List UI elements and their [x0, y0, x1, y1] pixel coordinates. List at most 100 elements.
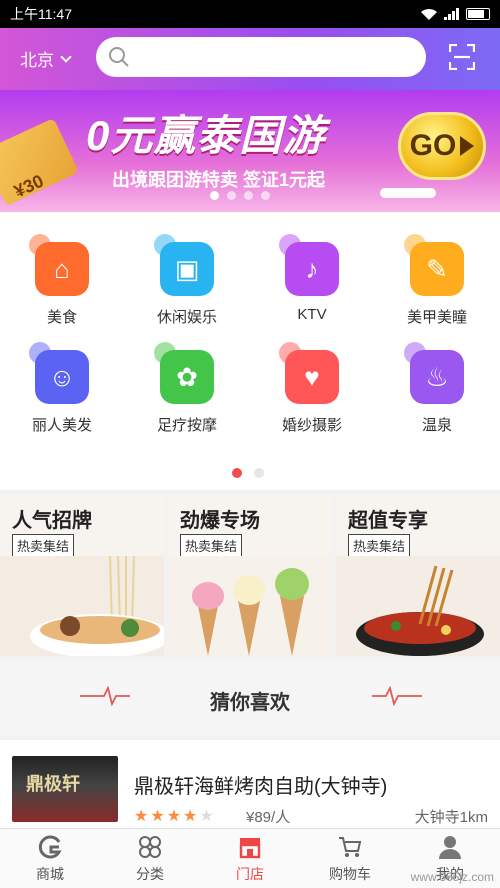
icon-glyph: ♨	[425, 362, 449, 392]
city-selector[interactable]: 北京	[20, 46, 72, 71]
scan-icon[interactable]	[449, 44, 475, 70]
hair-icon: ☺	[29, 342, 89, 404]
category-label: 婚纱摄影	[281, 417, 342, 434]
icon-glyph: ✿	[176, 362, 198, 392]
star-icon: ★	[150, 808, 165, 825]
store-icon	[239, 837, 261, 858]
icon-glyph: ⌂	[54, 254, 70, 284]
go-label: GO	[409, 129, 457, 162]
go-button[interactable]: GO	[398, 112, 486, 180]
tab-label: 门店	[236, 865, 264, 882]
list-item[interactable]: 鼎极轩 鼎极轩海鲜烤肉自助(大钟寺) ★ ★ ★ ★ ★ ¥89/人 大钟寺1km	[0, 740, 500, 828]
category-label: 休闲娱乐	[156, 309, 217, 326]
store-thumbnail: 鼎极轩	[12, 756, 118, 822]
recommend-title: 猜你喜欢	[210, 692, 290, 714]
promo-title: 人气招牌	[12, 510, 92, 532]
gamepad-icon: ▣	[154, 234, 214, 296]
category-item[interactable]: ✎ 美甲美瞳	[387, 234, 487, 327]
rating-stars: ★ ★ ★ ★ ★	[134, 806, 214, 826]
icon-glyph: ▣	[174, 254, 200, 284]
category-label: 温泉	[421, 417, 452, 434]
tab-label: 商城	[36, 865, 64, 882]
banner-dot[interactable]	[261, 191, 270, 200]
category-item[interactable]: ✿ 足疗按摩	[137, 342, 237, 435]
category-label: KTV	[297, 306, 327, 323]
promo-tag: 热卖集结	[348, 534, 411, 557]
banner-dot[interactable]	[227, 191, 236, 200]
store-price: ¥89/人	[246, 809, 291, 826]
star-icon: ★	[166, 808, 182, 825]
category-item[interactable]: ♥ 婚纱摄影	[262, 342, 362, 435]
category-label: 美食	[46, 309, 77, 326]
icon-glyph: ☺	[48, 362, 76, 392]
promo-title: 超值专享	[348, 510, 428, 532]
icon-glyph: ♥	[304, 362, 320, 392]
thumbnail-sign: 鼎极轩	[26, 774, 80, 794]
tab-category[interactable]: 分类	[100, 829, 200, 888]
airplane-icon	[380, 188, 436, 198]
store-distance: 大钟寺1km	[414, 809, 488, 826]
banner-dot[interactable]	[244, 191, 253, 200]
hot-spring-icon: ♨	[404, 342, 464, 404]
tab-label: 购物车	[329, 865, 371, 882]
promo-card-hot[interactable]: 劲爆专场 热卖集结	[168, 494, 332, 656]
search-input[interactable]	[130, 37, 426, 77]
category-item[interactable]: ⌂ 美食	[12, 234, 112, 327]
promo-tag: 热卖集结	[12, 534, 75, 557]
category-icon	[139, 835, 161, 858]
spicy-dish-image	[336, 556, 500, 656]
hero: 北京 ¥30 0元赢泰国游 出境跟团游特卖 签证1元起 GO	[0, 28, 500, 212]
foot-icon: ✿	[154, 342, 214, 404]
icon-glyph: ✎	[426, 254, 448, 284]
promo-title: 劲爆专场	[180, 510, 260, 532]
battery-icon	[466, 8, 490, 20]
category-item[interactable]: ♨ 温泉	[387, 342, 487, 435]
search-box[interactable]	[96, 37, 426, 77]
mall-icon	[38, 835, 62, 858]
recommend-header: 猜你喜欢	[0, 660, 500, 736]
category-page-dot[interactable]	[254, 468, 264, 478]
user-icon	[439, 835, 461, 859]
status-bar: 上午11:47	[0, 0, 500, 28]
banner-pagination	[210, 191, 270, 200]
promo-card-value[interactable]: 超值专享 热卖集结	[336, 494, 500, 656]
bottom-tab-bar: 商城 分类 门店 购物车 我的 www.365jz.com	[0, 828, 500, 888]
promo-tag: 热卖集结	[180, 534, 243, 557]
promo-card-popular[interactable]: 人气招牌 热卖集结	[0, 494, 164, 656]
tab-label: 分类	[136, 865, 164, 882]
noodle-bowl-image	[0, 556, 164, 656]
category-label: 丽人美发	[31, 417, 92, 434]
ice-cream-image	[168, 556, 332, 656]
category-item[interactable]: ♪ KTV	[262, 234, 362, 323]
icon-glyph: ♪	[305, 254, 319, 284]
top-bar: 北京	[0, 28, 500, 90]
chevron-down-icon	[60, 50, 72, 63]
tab-mall[interactable]: 商城	[0, 829, 100, 888]
category-label: 足疗按摩	[156, 417, 217, 434]
cloche-icon: ⌂	[29, 234, 89, 296]
signal-icon	[444, 8, 460, 20]
category-grid: ⌂ 美食 ▣ 休闲娱乐 ♪ KTV ✎ 美甲美瞳 ☺ 丽人美发 ✿ 足疗按摩 ♥ 婚纱摄影 ♨ 温泉	[0, 212, 500, 490]
star-icon: ★	[199, 808, 214, 825]
pulse-line-icon	[372, 686, 422, 706]
banner-dot[interactable]	[210, 191, 219, 200]
star-icon: ★	[183, 808, 198, 825]
status-time: 上午11:47	[10, 6, 72, 22]
nail-brush-icon: ✎	[404, 234, 464, 296]
cart-icon	[339, 836, 362, 857]
star-icon: ★	[134, 808, 149, 825]
category-page-dot[interactable]	[232, 468, 242, 478]
category-pagination	[232, 468, 264, 478]
category-item[interactable]: ☺ 丽人美发	[12, 342, 112, 435]
category-label: 美甲美瞳	[406, 309, 467, 326]
microphone-icon: ♪	[279, 234, 339, 296]
tab-store[interactable]: 门店	[200, 829, 300, 888]
category-item[interactable]: ▣ 休闲娱乐	[137, 234, 237, 327]
city-label: 北京	[20, 51, 54, 70]
watermark: www.365jz.com	[410, 870, 494, 884]
status-icons	[420, 8, 490, 21]
play-arrow-icon	[460, 136, 475, 156]
wifi-icon	[421, 8, 437, 20]
tab-cart[interactable]: 购物车	[300, 829, 400, 888]
banner-subtitle: 出境跟团游特卖 签证1元起	[112, 170, 326, 190]
